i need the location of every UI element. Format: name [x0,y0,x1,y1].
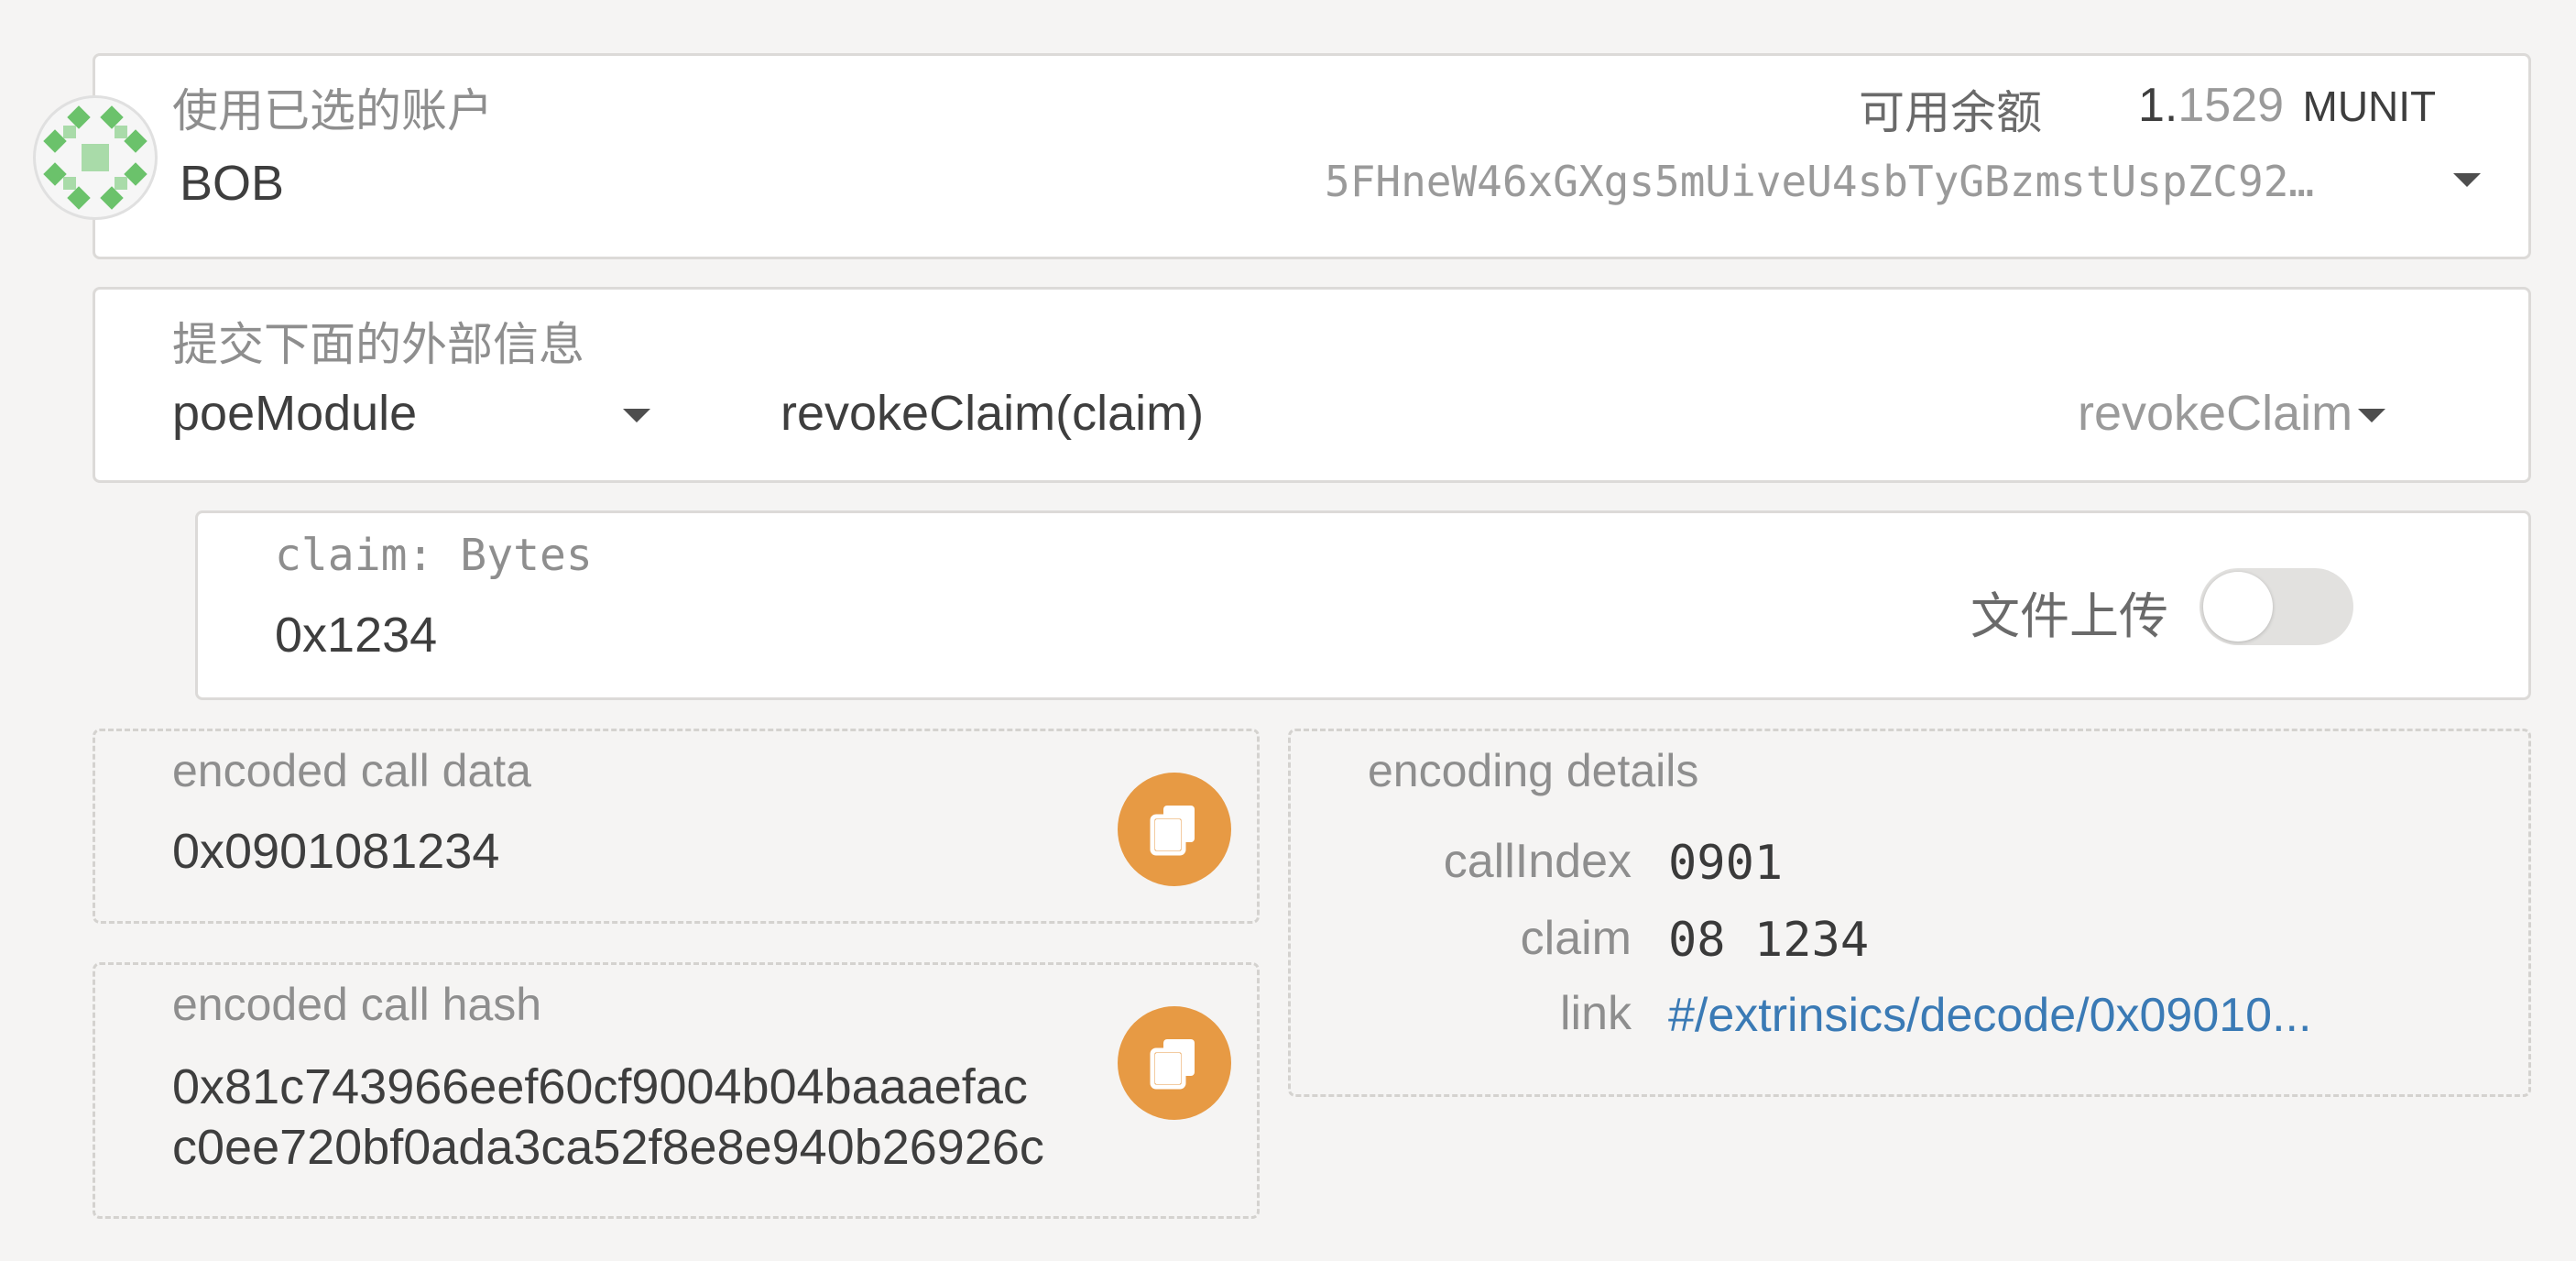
call-signature: revokeClaim(claim) [780,386,1205,441]
extrinsic-selector: 提交下面的外部信息 poeModule revokeClaim(claim) r… [93,287,2531,483]
balance-value: 1.1529 MUNIT [2138,78,2436,133]
detail-key-callindex: callIndex [1443,835,1632,888]
call-hash-label: encoded call hash [172,979,542,1030]
detail-key-link: link [1559,987,1632,1040]
encoded-call-hash-box: encoded call hash 0x81c743966eef60cf9004… [93,962,1260,1219]
file-upload-toggle[interactable] [2199,568,2353,645]
call-hash-line-1: 0x81c743966eef60cf9004b04baaaefac [172,1059,1028,1114]
copy-icon [1150,806,1195,856]
encoded-call-data-box: encoded call data 0x0901081234 [93,729,1260,924]
decode-link[interactable]: #/extrinsics/decode/0x09010... [1668,988,2311,1043]
account-name: BOB [180,156,285,211]
encoding-details-title: encoding details [1368,745,1699,796]
account-selector[interactable]: 使用已选的账户 BOB 可用余额 1.1529 MUNIT 5FHneW46xG… [93,53,2531,259]
param-label: claim: Bytes [275,530,593,581]
call-data-label: encoded call data [172,745,531,796]
account-address: 5FHneW46xGXgs5mUiveU4sbTyGBzmstUspZC92… [1325,157,2315,206]
detail-value-claim: 08 1234 [1668,913,1870,968]
identicon-icon [43,105,147,210]
call-hash-line-2: c0ee720bf0ada3ca52f8e8e940b26926c [172,1120,1044,1175]
call-dropdown[interactable]: revokeClaim(claim) revokeClaim [773,381,2495,455]
encoding-details-box: encoding details callIndex 0901 claim 08… [1288,729,2531,1097]
param-claim: claim: Bytes 0x1234 文件上传 [195,510,2531,700]
account-label: 使用已选的账户 [172,85,493,137]
module-name: poeModule [172,386,418,441]
call-data-value: 0x0901081234 [172,824,500,879]
call-name: revokeClaim [2078,386,2353,441]
balance-unit: MUNIT [2302,82,2437,130]
chevron-down-icon [2358,409,2385,422]
copy-call-hash-button[interactable] [1118,1006,1231,1120]
balance-label: 可用余额 [1859,87,2042,138]
detail-value-callindex: 0901 [1668,836,1784,891]
copy-icon [1150,1039,1195,1090]
balance-int: 1. [2138,79,2178,132]
chevron-down-icon [623,409,650,422]
avatar [33,95,158,220]
toggle-knob [2203,572,2273,641]
copy-call-data-button[interactable] [1118,773,1231,886]
file-upload-label: 文件上传 [1970,589,2168,644]
balance-frac: 1529 [2178,79,2285,132]
chevron-down-icon[interactable] [2453,173,2481,187]
extrinsic-label: 提交下面的外部信息 [172,319,584,370]
detail-key-claim: claim [1520,912,1632,965]
param-input[interactable]: 0x1234 [275,607,437,663]
module-dropdown[interactable]: poeModule [170,381,683,455]
